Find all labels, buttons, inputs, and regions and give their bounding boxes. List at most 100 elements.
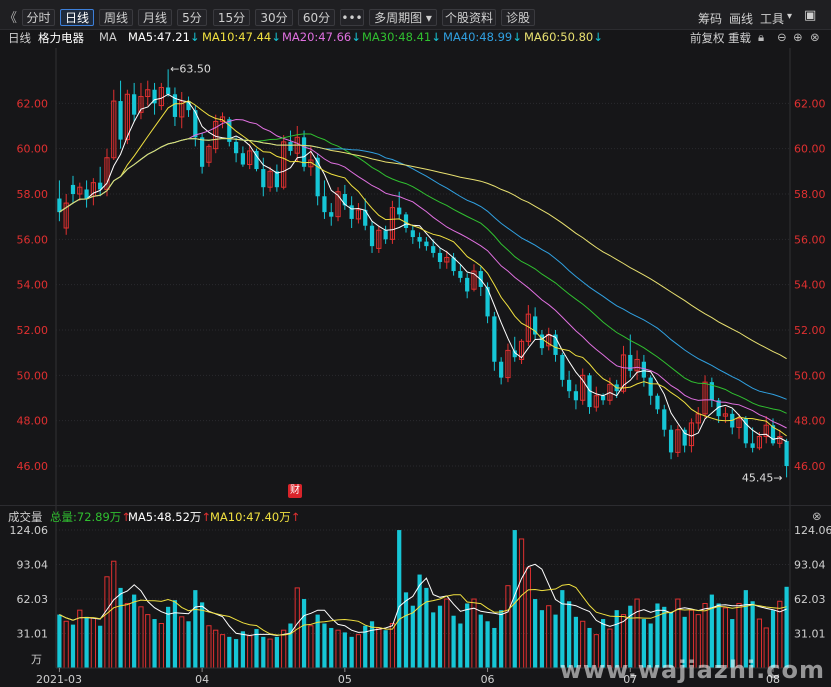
volume-tick-label-right: 62.03	[794, 593, 826, 606]
volume-bar	[145, 614, 151, 669]
x-tick-label: 2021-03	[36, 673, 82, 686]
kline-chart[interactable]: 62.00 62.00 60.00 60.00 58.00 58.00 56.00 56.00…	[0, 0, 831, 687]
volume-bar	[227, 636, 232, 668]
volume-bar	[322, 623, 327, 668]
volume-bar	[179, 616, 185, 669]
volume-tick-label: 93.04	[17, 559, 49, 572]
candle-body	[403, 214, 409, 228]
candle-body	[668, 429, 674, 453]
volume-bar	[369, 621, 375, 668]
volume-bar	[553, 614, 558, 668]
candle-body	[369, 225, 375, 247]
volume-bar	[329, 627, 334, 668]
volume-bar	[349, 636, 354, 668]
volume-bar	[132, 594, 137, 668]
candle-body	[458, 271, 463, 278]
volume-bar	[186, 621, 191, 668]
candle-body	[261, 169, 266, 188]
volume-bar	[267, 638, 273, 669]
candle-body	[329, 212, 334, 217]
candle-body	[349, 205, 354, 219]
volume-bar	[342, 632, 347, 668]
price-tick-label-right: 50.00	[794, 369, 826, 382]
volume-bar	[247, 635, 253, 669]
volume-bar	[437, 605, 443, 668]
ma60-line	[59, 137, 787, 360]
price-tick-label: 56.00	[17, 233, 49, 246]
volume-bar	[533, 599, 538, 668]
candle-body	[437, 252, 443, 262]
candle-body	[383, 230, 388, 240]
volume-bar	[152, 619, 157, 668]
volume-bar	[499, 610, 504, 668]
price-tick-label: 58.00	[17, 188, 49, 201]
volume-tick-label-right: 93.04	[794, 559, 826, 572]
volume-bar	[90, 617, 96, 669]
candle-body	[492, 316, 497, 362]
volume-bar	[431, 612, 436, 668]
candle-body	[410, 230, 415, 238]
volume-bar	[288, 623, 293, 668]
volume-bar	[424, 587, 429, 668]
volume-tick-label-right: 124.06	[794, 524, 831, 537]
price-tick-label-right: 58.00	[794, 188, 826, 201]
volume-bar	[281, 629, 287, 669]
candle-body	[648, 377, 653, 396]
candle-body	[750, 443, 755, 448]
volume-bar	[166, 606, 171, 668]
volume-bar	[206, 625, 212, 669]
volume-bar	[63, 620, 69, 669]
candle-body	[240, 153, 246, 165]
ma40-line	[59, 137, 787, 400]
volume-bar	[118, 587, 123, 668]
volume-bar	[200, 602, 205, 668]
volume-bar	[84, 616, 89, 668]
volume-unit-label: 万	[31, 653, 42, 666]
volume-close-icon[interactable]: ⊗	[812, 509, 822, 523]
candle-body	[655, 395, 660, 410]
volume-tick-label: 62.03	[17, 593, 49, 606]
volume-tick-label-right: 31.01	[794, 628, 826, 641]
high-price-label: ←63.50	[170, 62, 211, 75]
price-tick-label: 46.00	[17, 460, 49, 473]
ma10-line	[59, 100, 787, 437]
x-tick-label: 04	[195, 673, 209, 686]
volume-info-bar: 成交量 总量:72.89万↑ MA5:48.52万↑ MA10:47.40万↑ …	[0, 505, 831, 524]
volume-bar	[240, 631, 246, 668]
candle-body	[322, 196, 327, 213]
candle-body	[200, 137, 205, 167]
volume-bar	[70, 624, 76, 668]
volume-bar	[308, 625, 314, 669]
price-tick-label-right: 52.00	[794, 324, 826, 337]
volume-bar	[410, 605, 415, 668]
candle-body	[682, 429, 687, 446]
financial-report-badge[interactable]: 财	[288, 484, 302, 498]
x-tick-label: 06	[481, 673, 495, 686]
volume-ma10: MA10:47.40万↑	[210, 510, 301, 524]
volume-bar	[57, 614, 62, 668]
ma20-line	[59, 118, 787, 429]
price-tick-label-right: 56.00	[794, 233, 826, 246]
candle-body	[166, 87, 171, 95]
volume-tick-label: 124.06	[10, 524, 49, 537]
candle-body	[70, 184, 76, 194]
volume-bar	[335, 629, 341, 669]
candle-body	[567, 379, 572, 392]
volume-bar	[111, 560, 117, 669]
volume-title: 成交量	[8, 510, 43, 524]
candle-body	[784, 441, 789, 466]
candle-body	[417, 237, 422, 242]
candle-body	[397, 207, 402, 215]
volume-bar	[397, 530, 402, 668]
volume-total: 总量:72.89万↑	[50, 510, 131, 524]
volume-tick-label: 31.01	[17, 628, 49, 641]
volume-bar	[124, 602, 130, 669]
volume-bar	[492, 627, 497, 668]
volume-bar	[219, 634, 226, 669]
volume-bar	[458, 623, 463, 668]
volume-bar	[525, 567, 531, 669]
candle-body	[431, 246, 436, 253]
candle-body	[424, 241, 429, 247]
price-tick-label: 54.00	[17, 279, 49, 292]
candle-body	[274, 171, 279, 188]
